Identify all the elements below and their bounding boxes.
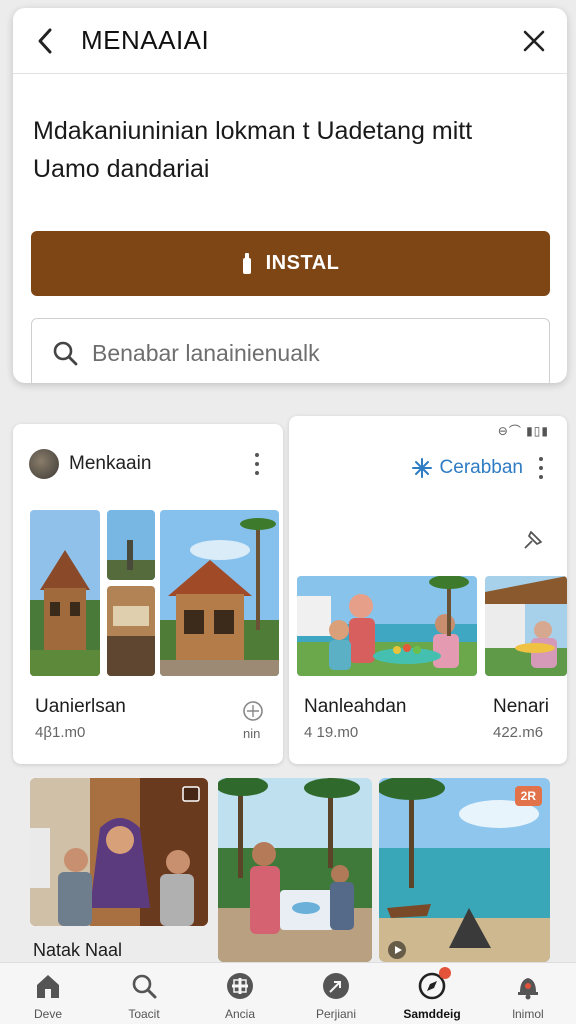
house-photo-2[interactable]	[107, 510, 155, 580]
family-photo-2[interactable]	[485, 576, 567, 676]
card-caption-sub: 4β1.m0	[35, 724, 86, 741]
seaside-photo[interactable]: 2R	[379, 778, 550, 962]
bottom-card-1[interactable]: Natak Naal	[13, 770, 213, 962]
grid-icon	[225, 971, 255, 1001]
house-photo-3[interactable]	[107, 586, 155, 676]
nav-label: Ancia	[224, 1007, 256, 1021]
pin-icon[interactable]	[521, 526, 547, 552]
close-button[interactable]	[519, 26, 549, 56]
card-header: Cerabban	[289, 428, 567, 508]
close-icon	[523, 30, 545, 51]
play-icon[interactable]	[387, 940, 407, 960]
bell-icon	[513, 971, 543, 1001]
card-cerabban[interactable]: ⊖⌒ ▮▯▮ Cerabban Nanleahdan 4 19.m0 Nenar…	[289, 416, 567, 764]
avatar	[29, 449, 59, 479]
card-menkaain[interactable]: Menkaain Uanierlsan 4β1.m0 nin	[13, 424, 283, 764]
search-icon	[53, 341, 78, 366]
search-icon	[129, 971, 159, 1001]
chevron-left-icon	[38, 28, 52, 53]
install-label: INSTAL	[265, 252, 340, 274]
card-caption-title: Nanleahdan	[304, 696, 407, 717]
nav-item-notifications[interactable]: lnimol	[483, 971, 573, 1021]
card-caption-title-2: Nenari	[493, 696, 549, 717]
card-title: Cerabban	[439, 457, 523, 478]
gallery-icon	[182, 786, 200, 802]
nav-label: Deve	[33, 1007, 62, 1021]
home-icon	[33, 971, 63, 1001]
notification-badge	[439, 967, 451, 979]
family-photo[interactable]	[297, 576, 477, 676]
page-title: MENAAIAI	[81, 25, 210, 55]
description: Mdakaniuninian lokman t Uadetang mitt Ua…	[33, 112, 543, 188]
kids-photo	[30, 778, 208, 926]
nav-item-feed[interactable]: Perjiani	[291, 971, 381, 1021]
card-title: Menkaain	[69, 453, 152, 474]
info-icon[interactable]	[242, 700, 264, 722]
nav-item-apps[interactable]: Ancia	[195, 971, 285, 1021]
sparkle-icon	[411, 458, 432, 478]
side-label: nin	[243, 726, 261, 741]
nav-label: lnimol	[512, 1007, 544, 1021]
back-button[interactable]	[31, 27, 59, 55]
badge-label: 2R	[514, 786, 542, 806]
more-options-button[interactable]	[247, 451, 267, 477]
install-sheet: MENAAIAI Mdakaniuninian lokman t Uadetan…	[13, 8, 567, 383]
house-photo-4[interactable]	[160, 510, 279, 676]
nav-label: Toacit	[128, 1007, 160, 1021]
card-caption-title: Uanierlsan	[35, 696, 126, 717]
description-line-1: Mdakaniuninian lokman t Uadetang mitt	[33, 117, 473, 145]
search-field[interactable]	[31, 318, 550, 383]
nav-item-explore[interactable]: Samddeig	[387, 967, 477, 1021]
install-button[interactable]: INSTAL	[31, 231, 550, 296]
card-caption-sub-2: 422.m6	[493, 724, 544, 741]
nav-item-home[interactable]: Deve	[3, 971, 93, 1021]
house-photo-1[interactable]	[30, 510, 100, 676]
more-options-button[interactable]	[531, 455, 551, 481]
download-icon	[242, 252, 251, 274]
card-caption-sub: 4 19.m0	[304, 724, 359, 741]
feather-icon	[321, 971, 351, 1001]
search-input[interactable]	[92, 339, 512, 367]
compass-icon	[417, 967, 451, 1001]
card-header: Menkaain	[13, 424, 283, 504]
nav-label: Perjiani	[315, 1007, 357, 1021]
house-image	[30, 510, 100, 676]
description-line-2: Uamo dandariai	[33, 155, 210, 183]
nav-label: Samddeig	[403, 1007, 461, 1021]
bottom-caption: Natak Naal	[33, 940, 123, 960]
sheet-header: MENAAIAI	[13, 8, 567, 74]
beach-kids-photo[interactable]	[218, 778, 372, 962]
nav-item-search[interactable]: Toacit	[99, 971, 189, 1021]
bottom-navigation: Deve Toacit Ancia Perjiani Samddeig lnim…	[0, 962, 576, 1024]
